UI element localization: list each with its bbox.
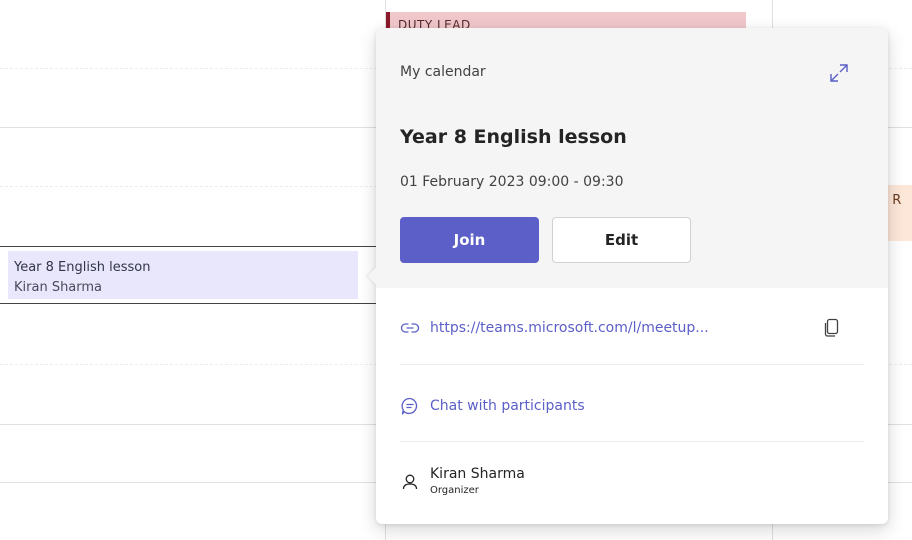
organizer-role: Organizer <box>430 485 479 496</box>
join-button[interactable]: Join <box>400 217 539 263</box>
link-icon <box>400 323 420 333</box>
event-datetime: 01 February 2023 09:00 - 09:30 <box>400 174 624 190</box>
meeting-link-row[interactable]: https://teams.microsoft.com/l/meetup... <box>400 314 864 342</box>
expand-icon[interactable] <box>828 62 850 84</box>
calendar-name: My calendar <box>400 64 486 80</box>
chat-with-participants-link[interactable]: Chat with participants <box>430 398 585 414</box>
selected-time-slot: Year 8 English lesson Kiran Sharma <box>0 246 386 304</box>
edit-button[interactable]: Edit <box>552 217 691 263</box>
organizer-name: Kiran Sharma <box>430 466 525 482</box>
person-icon <box>402 474 418 490</box>
event-title: Year 8 English lesson <box>400 126 627 148</box>
divider <box>400 441 864 442</box>
organizer-row: Kiran Sharma Organizer <box>400 462 864 502</box>
copy-icon[interactable] <box>822 316 842 338</box>
meeting-link[interactable]: https://teams.microsoft.com/l/meetup... <box>430 320 709 336</box>
divider <box>400 364 864 365</box>
event-title: Year 8 English lesson <box>14 260 151 275</box>
event-organizer: Kiran Sharma <box>14 280 103 295</box>
organizer-info: Kiran Sharma Organizer <box>430 465 525 499</box>
calendar-event-year8-english[interactable]: Year 8 English lesson Kiran Sharma <box>8 251 358 299</box>
chat-icon <box>401 397 418 415</box>
chat-row[interactable]: Chat with participants <box>400 392 864 420</box>
event-details-popup: My calendar Year 8 English lesson 01 Feb… <box>367 28 888 524</box>
